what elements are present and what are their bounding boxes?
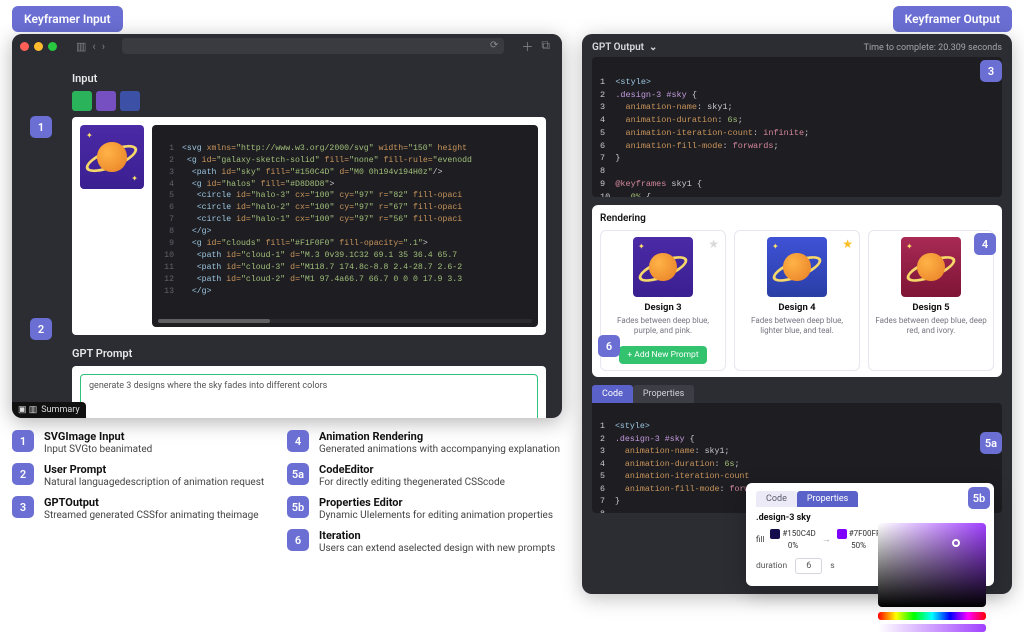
prop-tab-properties[interactable]: Properties bbox=[797, 491, 858, 507]
legend-desc-1: Input SVGto beanimated bbox=[44, 444, 152, 455]
legend-title-5a: CodeEditor bbox=[319, 463, 505, 476]
legend-title-6: Iteration bbox=[319, 529, 555, 542]
hue-slider[interactable] bbox=[878, 612, 986, 620]
prompt-input[interactable]: generate 3 designs where the sky fades i… bbox=[80, 374, 538, 418]
nav-back-icon[interactable]: ‹ bbox=[92, 40, 95, 53]
css-selector-label: .design-3 sky bbox=[756, 513, 984, 523]
tabs-icon[interactable]: ⧉ bbox=[541, 38, 550, 55]
svg-source-editor[interactable]: 1<svg xmlns="http://www.w3.org/2000/svg"… bbox=[152, 125, 538, 327]
legend-badge-4: 4 bbox=[287, 430, 309, 452]
callout-4: 4 bbox=[974, 233, 996, 255]
input-section-label: Input bbox=[72, 72, 546, 85]
legend-badge-5a: 5a bbox=[287, 463, 309, 485]
design-title: Design 5 bbox=[912, 302, 949, 313]
design-desc: Fades between deep blue, purple, and pin… bbox=[607, 316, 719, 342]
nav-fwd-icon[interactable]: › bbox=[102, 40, 105, 53]
svg-preview: ✦ ✦ bbox=[80, 125, 144, 189]
design-preview-3: ✦ bbox=[633, 237, 693, 297]
legend-desc-6: Users can extend aselected design with n… bbox=[319, 543, 555, 554]
legend-badge-3: 3 bbox=[12, 496, 34, 518]
gpt-output-code[interactable]: 1 <style> 2 .design-3 #sky { 3 animation… bbox=[592, 57, 1002, 197]
rendering-section: 4 6 Rendering ★ ✦ Design 3 Fades between… bbox=[592, 205, 1002, 377]
url-bar[interactable]: ⟳ bbox=[122, 38, 504, 54]
output-panel: GPT Output ⌄ Time to complete: 20.309 se… bbox=[582, 34, 1012, 594]
design-title: Design 4 bbox=[778, 302, 815, 313]
fill-label: fill bbox=[756, 535, 764, 544]
gpt-output-header[interactable]: GPT Output ⌄ bbox=[592, 42, 657, 53]
legend-badge-2: 2 bbox=[12, 463, 34, 485]
legend-title-2: User Prompt bbox=[44, 463, 264, 476]
prompt-card: generate 3 designs where the sky fades i… bbox=[72, 366, 546, 418]
tab-code[interactable]: Code bbox=[592, 385, 633, 403]
callout-3: 3 bbox=[980, 60, 1002, 82]
figure-legend: 1SVGImage InputInput SVGto beanimated 2U… bbox=[12, 430, 562, 554]
fill-stop-0[interactable]: #150C4D0% bbox=[770, 529, 815, 550]
legend-desc-2: Natural languagedescription of animation… bbox=[44, 477, 264, 488]
legend-desc-5b: Dynamic UIelements for editing animation… bbox=[319, 510, 553, 521]
maximize-dot[interactable] bbox=[48, 42, 57, 51]
svg-input-card: ✦ ✦ 1<svg xmlns="http://www.w3.org/2000/… bbox=[72, 117, 546, 335]
close-dot[interactable] bbox=[20, 42, 29, 51]
summary-toggle[interactable]: ▣ ▥ Summary bbox=[12, 402, 86, 418]
add-prompt-button[interactable]: + Add New Prompt bbox=[619, 346, 706, 364]
legend-badge-6: 6 bbox=[287, 529, 309, 551]
properties-editor: 5b Code Properties .design-3 sky fill #1… bbox=[746, 483, 994, 586]
callout-5b: 5b bbox=[968, 487, 990, 509]
duration-input[interactable]: 6 bbox=[795, 558, 822, 574]
rendering-label: Rendering bbox=[600, 213, 994, 224]
tab-properties[interactable]: Properties bbox=[633, 385, 694, 403]
keyframer-output-label: Keyframer Output bbox=[893, 6, 1012, 32]
callout-6: 6 bbox=[598, 335, 620, 357]
thumb-3[interactable] bbox=[120, 91, 140, 111]
legend-desc-3: Streamed generated CSSfor animating thei… bbox=[44, 510, 259, 521]
url-actions[interactable]: ⟳ bbox=[490, 40, 498, 51]
minimize-dot[interactable] bbox=[34, 42, 43, 51]
legend-badge-5b: 5b bbox=[287, 496, 309, 518]
legend-title-1: SVGImage Input bbox=[44, 430, 152, 443]
new-tab-icon[interactable]: ＋ bbox=[521, 38, 533, 55]
design-title: Design 3 bbox=[644, 302, 681, 313]
prompt-section-label: GPT Prompt bbox=[72, 347, 546, 360]
input-window: ▥ ‹ › ⟳ ＋ ⧉ 1 2 Input ✦ bbox=[12, 34, 562, 418]
thumb-2[interactable] bbox=[96, 91, 116, 111]
design-card-4[interactable]: ★ ✦ Design 4 Fades between deep blue, li… bbox=[734, 230, 860, 371]
thumb-1[interactable] bbox=[72, 91, 92, 111]
legend-desc-5a: For directly editing thegenerated CSScod… bbox=[319, 477, 505, 488]
design-preview-4: ✦ bbox=[767, 237, 827, 297]
favorite-icon[interactable]: ★ bbox=[708, 237, 719, 251]
svg-thumbnail-row bbox=[72, 91, 546, 111]
legend-title-5b: Properties Editor bbox=[319, 496, 553, 509]
design-desc: Fades between deep blue, lighter blue, a… bbox=[741, 316, 853, 342]
arrow-icon: → bbox=[822, 534, 831, 545]
prop-tab-code[interactable]: Code bbox=[756, 491, 797, 507]
legend-desc-4: Generated animations with accompanying e… bbox=[319, 444, 560, 455]
window-titlebar: ▥ ‹ › ⟳ ＋ ⧉ bbox=[12, 34, 562, 58]
duration-unit: s bbox=[830, 561, 834, 571]
legend-badge-1: 1 bbox=[12, 430, 34, 452]
keyframer-input-label: Keyframer Input bbox=[12, 6, 123, 32]
design-preview-5: ✦ bbox=[901, 237, 961, 297]
callout-1: 1 bbox=[30, 116, 52, 138]
completion-time: Time to complete: 20.309 seconds bbox=[864, 43, 1002, 53]
callout-2: 2 bbox=[30, 318, 52, 340]
duration-label: duration bbox=[756, 561, 787, 571]
legend-title-3: GPTOutput bbox=[44, 496, 259, 509]
legend-title-4: Animation Rendering bbox=[319, 430, 560, 443]
editor-tabs: Code Properties bbox=[592, 385, 1002, 403]
fill-stop-1[interactable]: #7F00FF50% bbox=[837, 529, 881, 550]
alpha-slider[interactable] bbox=[878, 624, 986, 632]
favorite-icon[interactable]: ★ bbox=[842, 237, 853, 251]
callout-5a: 5a bbox=[980, 432, 1002, 454]
design-desc: Fades between deep blue, deep red, and i… bbox=[875, 316, 987, 342]
sidebar-toggle-icon[interactable]: ▥ bbox=[76, 40, 86, 53]
